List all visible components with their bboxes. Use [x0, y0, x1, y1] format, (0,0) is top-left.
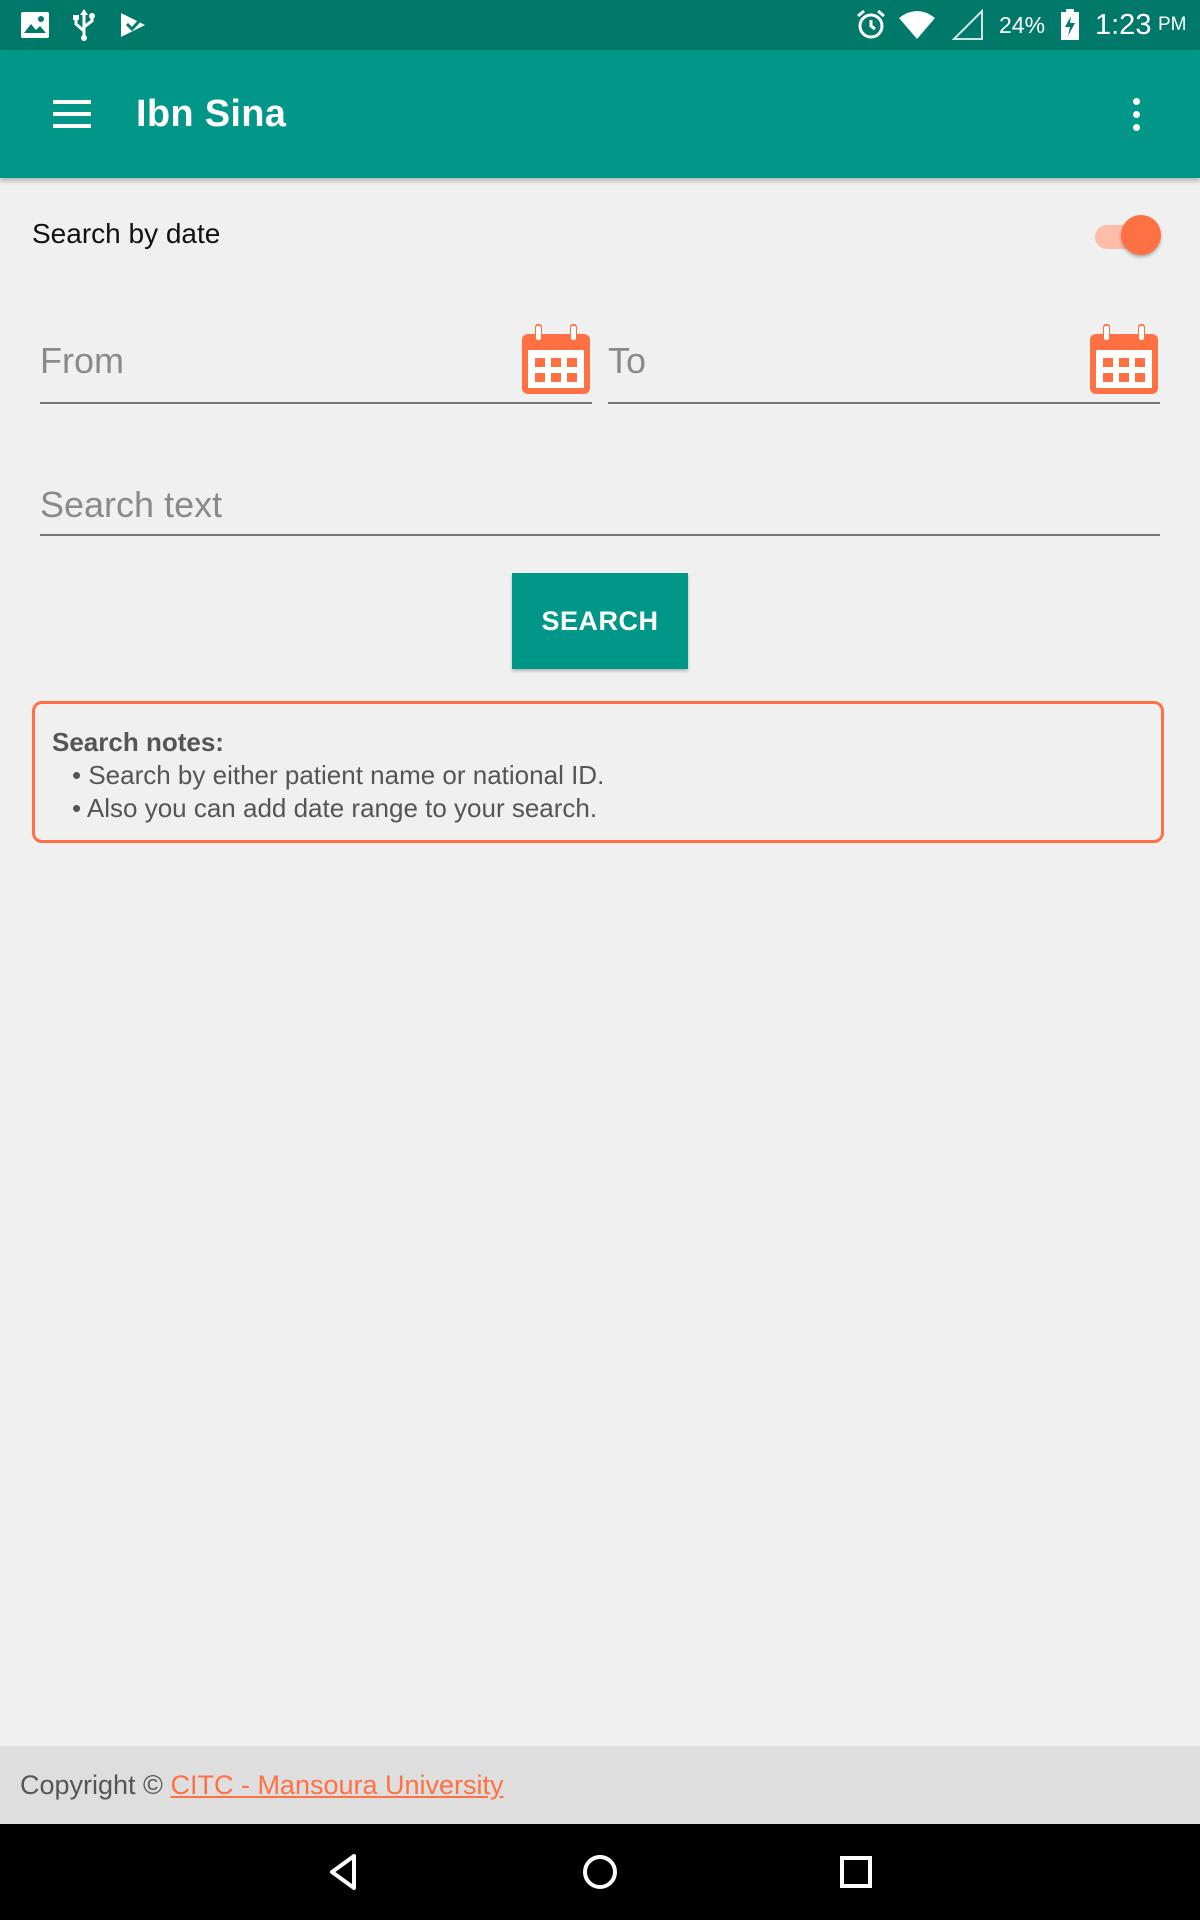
search-notes-title: Search notes: — [52, 727, 224, 757]
system-navigation-bar — [0, 1824, 1200, 1920]
home-icon[interactable] — [572, 1844, 628, 1900]
recents-icon[interactable] — [828, 1844, 884, 1900]
play-store-icon — [118, 8, 148, 42]
hamburger-menu-icon — [53, 100, 91, 128]
alarm-icon — [855, 8, 887, 42]
usb-icon — [72, 8, 96, 42]
to-placeholder: To — [608, 340, 647, 381]
toggle-thumb — [1121, 215, 1161, 255]
search-notes-box: Search notes: • Search by either patient… — [32, 701, 1164, 843]
image-icon — [20, 8, 50, 42]
search-note-item: • Search by either patient name or natio… — [72, 760, 605, 790]
calendar-icon[interactable] — [520, 324, 592, 396]
wifi-icon — [898, 8, 936, 42]
more-options-button[interactable] — [1116, 82, 1156, 146]
search-by-date-label: Search by date — [32, 218, 221, 249]
citc-link[interactable]: CITC - Mansoura University — [170, 1770, 503, 1800]
back-icon[interactable] — [316, 1844, 372, 1900]
more-vert-icon — [1132, 97, 1140, 105]
app-title: Ibn Sina — [136, 93, 287, 135]
navigation-drawer-button[interactable] — [38, 82, 106, 146]
search-text-input[interactable]: Search text — [40, 470, 1160, 536]
search-note-item: • Also you can add date range to your se… — [72, 793, 598, 823]
footer: Copyright © CITC - Mansoura University — [0, 1746, 1200, 1824]
from-date-field[interactable]: From — [40, 320, 592, 404]
from-placeholder: From — [40, 340, 124, 381]
status-bar: 24% 1:23 PM — [0, 0, 1200, 50]
signal-icon — [952, 8, 984, 42]
app-bar: Ibn Sina — [0, 50, 1200, 178]
battery-charging-icon — [1060, 8, 1080, 42]
search-text-placeholder: Search text — [40, 484, 223, 525]
copyright-text: Copyright © — [20, 1770, 171, 1800]
to-date-field[interactable]: To — [608, 320, 1160, 404]
battery-percent: 24% — [999, 12, 1046, 38]
search-by-date-toggle[interactable] — [1093, 215, 1163, 259]
calendar-icon[interactable] — [1088, 324, 1160, 396]
status-ampm: PM — [1158, 14, 1187, 35]
status-time: 1:23 — [1095, 9, 1152, 41]
search-button[interactable]: SEARCH — [512, 573, 688, 669]
